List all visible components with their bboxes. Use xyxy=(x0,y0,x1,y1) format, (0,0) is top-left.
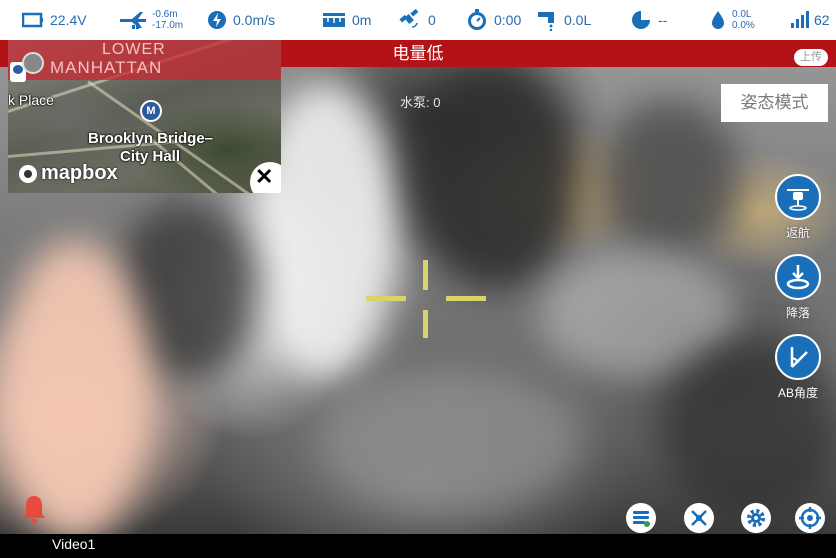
ab-angle-icon xyxy=(775,334,821,380)
altitude: -0.6m -17.0m xyxy=(118,0,183,40)
speed-icon xyxy=(208,11,226,29)
transit-icon: M xyxy=(140,100,162,122)
locate-button[interactable] xyxy=(795,503,825,533)
upload-button[interactable]: 上传 xyxy=(794,49,828,66)
map-inset[interactable]: LOWER MANHATTAN k Place M Brooklyn Bridg… xyxy=(8,40,281,193)
spray-icon xyxy=(633,511,650,527)
drone-crossed-icon xyxy=(691,510,707,526)
battery-icon xyxy=(22,12,43,28)
distance: 0m xyxy=(322,0,371,40)
drone-marker-icon xyxy=(22,52,44,74)
crosshair-bottom xyxy=(423,310,428,338)
signal-strength: 62 xyxy=(790,0,830,40)
map-label-manhattan: MANHATTAN xyxy=(50,58,163,77)
video-blur-shape xyxy=(600,100,740,260)
flow-value: 0.0L xyxy=(564,12,592,28)
altitude-top-value: -0.6m xyxy=(152,9,178,20)
flight-timer: 0:00 xyxy=(466,0,521,40)
signal-bars-icon xyxy=(791,11,809,28)
land-button[interactable]: 降落 xyxy=(773,254,823,321)
pie-chart-icon xyxy=(632,11,650,29)
map-label-cityhall: City Hall xyxy=(120,148,181,165)
flow: 0.0L xyxy=(536,0,591,40)
flight-mode-button[interactable]: 姿态模式 xyxy=(721,84,828,122)
mapbox-logo: mapbox xyxy=(18,162,118,185)
battery-percent: -- xyxy=(630,0,667,40)
mapbox-mark-icon xyxy=(19,164,37,183)
ruler-icon xyxy=(323,13,345,27)
crosshair-top xyxy=(423,260,428,290)
satellites: 0 xyxy=(398,0,436,40)
altitude-bottom-value: -17.0m xyxy=(152,20,184,31)
voltage-value: 22.4V xyxy=(50,12,87,28)
alarm-bell-icon[interactable] xyxy=(20,493,48,530)
signal-value: 62 xyxy=(814,12,830,28)
mapbox-logo-text: mapbox xyxy=(41,162,118,184)
status-bar: 22.4V -0.6m -17.0m 0.0m/s 0m 0 0:00 0.0L… xyxy=(0,0,836,40)
landing-icon xyxy=(775,254,821,300)
crosshair-left xyxy=(366,296,406,301)
tank-percent-value: 0.0% xyxy=(732,20,755,31)
land-label: 降落 xyxy=(785,306,810,320)
video-blur-shape xyxy=(320,370,580,510)
transit-badge: M xyxy=(146,105,156,117)
crosshair-target-icon xyxy=(799,507,821,529)
ab-angle-label: AB角度 xyxy=(777,386,818,400)
map-label-place: k Place xyxy=(8,92,54,108)
return-home-button[interactable]: 返航 xyxy=(773,174,823,241)
tank-volume-value: 0.0L xyxy=(732,9,752,20)
settings-button[interactable] xyxy=(741,503,771,533)
drone-disarm-button[interactable] xyxy=(684,503,714,533)
bottom-bar xyxy=(0,534,836,558)
tank-level: 0.0L 0.0% xyxy=(708,0,755,40)
return-home-label: 返航 xyxy=(785,226,810,240)
map-label-lower: LOWER xyxy=(102,41,166,58)
spray-tool-button[interactable] xyxy=(626,503,656,533)
stopwatch-icon xyxy=(468,9,486,30)
app-screen: 电量低 上传 LOWER MANHATTAN k Place M Brookly… xyxy=(0,0,836,558)
satellite-icon xyxy=(399,9,419,28)
ab-angle-button[interactable]: AB角度 xyxy=(772,334,824,401)
satellites-value: 0 xyxy=(428,12,436,28)
drone-return-icon xyxy=(775,174,821,220)
speed: 0.0m/s xyxy=(207,0,275,40)
distance-value: 0m xyxy=(352,12,372,28)
plane-altitude-icon xyxy=(120,12,146,29)
pump-status: 水泵: 0 xyxy=(400,95,441,110)
faucet-icon xyxy=(538,12,554,31)
battery-voltage: 22.4V xyxy=(22,0,87,40)
water-drop-icon xyxy=(712,11,724,29)
battery-value: -- xyxy=(658,12,668,28)
video-source-label: Video1 xyxy=(52,536,96,552)
close-icon[interactable]: ✕ xyxy=(255,166,273,188)
timer-value: 0:00 xyxy=(494,12,522,28)
crosshair-right xyxy=(446,296,486,301)
gear-icon xyxy=(747,509,765,527)
speed-value: 0.0m/s xyxy=(233,12,276,28)
video-blur-shape xyxy=(0,240,150,535)
map-label-bridge: Brooklyn Bridge– xyxy=(88,130,214,147)
